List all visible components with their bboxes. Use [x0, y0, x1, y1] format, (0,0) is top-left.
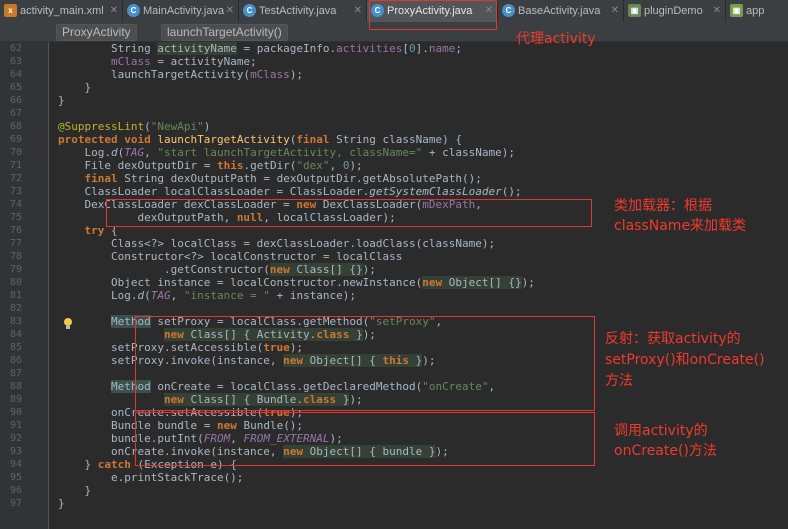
tab-label: MainActivity.java — [143, 5, 225, 17]
java-class-icon: C — [502, 4, 515, 17]
breadcrumb-class[interactable]: ProxyActivity — [56, 24, 137, 41]
tab-plugin-demo[interactable]: ▣ pluginDemo ✕ — [624, 0, 726, 22]
breadcrumb-method[interactable]: launchTargetActivity() — [161, 24, 288, 41]
java-class-icon: C — [243, 4, 256, 17]
annotation-tab-note: 代理activity — [516, 31, 596, 47]
close-icon[interactable]: ✕ — [611, 0, 619, 22]
annotation-note3-line2: onCreate()方法 — [614, 443, 717, 459]
annotation-note1-line1: 类加载器：根据 — [614, 198, 712, 214]
tab-label: TestActivity.java — [259, 5, 337, 17]
tab-label: BaseActivity.java — [518, 5, 601, 17]
annotation-box-reflection — [135, 316, 595, 411]
close-icon[interactable]: ✕ — [226, 0, 234, 22]
tab-app[interactable]: ▣ app — [726, 0, 788, 22]
module-icon: ▣ — [628, 4, 641, 17]
annotation-note2-line2: setProxy()和onCreate() — [605, 352, 765, 368]
annotation-box-classloader — [106, 199, 592, 227]
close-icon[interactable]: ✕ — [110, 0, 118, 22]
close-icon[interactable]: ✕ — [354, 0, 362, 22]
tab-label: activity_main.xml — [20, 5, 104, 17]
close-icon[interactable]: ✕ — [713, 0, 721, 22]
annotation-note2-line3: 方法 — [605, 373, 633, 389]
tab-base-activity[interactable]: C BaseActivity.java ✕ — [498, 0, 624, 22]
annotation-box-oncreate — [135, 412, 595, 466]
annotation-note2-line1: 反射：获取activity的 — [605, 331, 741, 347]
annotation-box-tab — [369, 0, 497, 30]
annotation-note1-line2: className来加载类 — [614, 218, 747, 234]
app-module-icon: ▣ — [730, 4, 743, 17]
tab-label: pluginDemo — [644, 5, 703, 17]
tab-main-activity[interactable]: C MainActivity.java ✕ — [123, 0, 239, 22]
tab-label: app — [746, 5, 765, 17]
java-class-icon: C — [127, 4, 140, 17]
lightbulb-icon[interactable] — [63, 318, 73, 330]
tab-activity-main-xml[interactable]: x activity_main.xml ✕ — [0, 0, 123, 22]
xml-file-icon: x — [4, 4, 17, 17]
annotation-note3-line1: 调用activity的 — [614, 423, 708, 439]
tab-test-activity[interactable]: C TestActivity.java ✕ — [239, 0, 367, 22]
